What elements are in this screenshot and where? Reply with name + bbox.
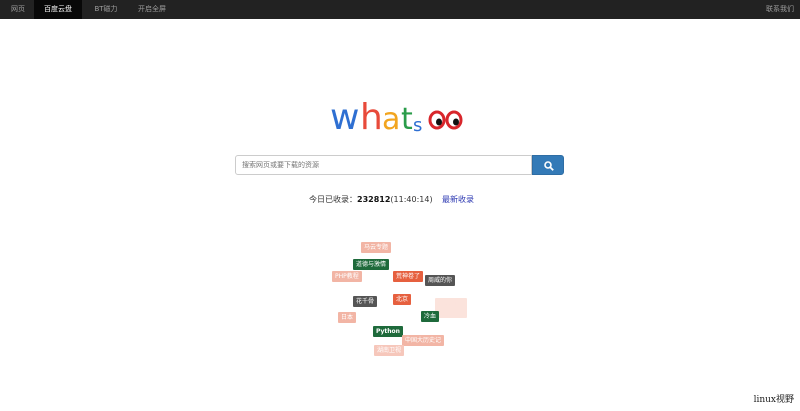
top-nav-bar: 网页 百度云盘 BT磁力 开启全屏 联系我们 bbox=[0, 0, 800, 19]
stats-count: 232812 bbox=[357, 195, 391, 204]
search-button[interactable] bbox=[532, 155, 564, 175]
stats-time: (11:40:14) bbox=[390, 195, 433, 204]
nav-item-bt-magnet[interactable]: BT磁力 bbox=[86, 0, 126, 19]
nav-item-baidu-pan[interactable]: 百度云盘 bbox=[34, 0, 82, 19]
latest-link[interactable]: 最新收录 bbox=[442, 194, 474, 205]
svg-text:s: s bbox=[413, 115, 422, 136]
search-icon bbox=[544, 161, 554, 171]
tag-item[interactable]: 日本 bbox=[338, 312, 357, 323]
footer-brand: linux视野 bbox=[753, 395, 794, 405]
tag-item[interactable]: 道德与激情 bbox=[353, 259, 390, 270]
svg-text:h: h bbox=[360, 97, 383, 137]
tag-item[interactable]: 北京 bbox=[393, 294, 412, 305]
svg-text:t: t bbox=[401, 102, 413, 137]
svg-text:a: a bbox=[382, 102, 400, 137]
site-logo[interactable]: w h a t s bbox=[330, 93, 470, 138]
stats-prefix: 今日已收录： bbox=[309, 195, 357, 204]
tag-item[interactable]: 花千骨 bbox=[353, 296, 378, 307]
tag-item[interactable]: 湖南卫视 bbox=[374, 345, 405, 356]
tag-item[interactable]: 周威的你 bbox=[425, 275, 456, 286]
tag-item[interactable]: 冷血 bbox=[421, 311, 440, 322]
index-stats: 今日已收录：232812(11:40:14) bbox=[309, 194, 433, 205]
tag-item[interactable]: 中国大历史记 bbox=[402, 335, 445, 346]
svg-text:w: w bbox=[330, 97, 359, 137]
search-input[interactable] bbox=[235, 155, 532, 175]
nav-item-web[interactable]: 网页 bbox=[4, 0, 32, 19]
contact-us-link[interactable]: 联系我们 bbox=[766, 0, 794, 19]
eyes-icon bbox=[428, 110, 463, 130]
tag-item[interactable]: 马云专题 bbox=[361, 242, 392, 253]
tag-item[interactable]: 大话西游 bbox=[435, 298, 467, 318]
logo-graphic: w h a t s bbox=[330, 97, 463, 138]
tag-item[interactable]: Python bbox=[373, 326, 403, 337]
tag-item[interactable]: 荒神卷了 bbox=[393, 271, 424, 282]
tag-item[interactable]: PHP教程 bbox=[332, 271, 362, 282]
nav-item-fullscreen[interactable]: 开启全屏 bbox=[130, 0, 174, 19]
